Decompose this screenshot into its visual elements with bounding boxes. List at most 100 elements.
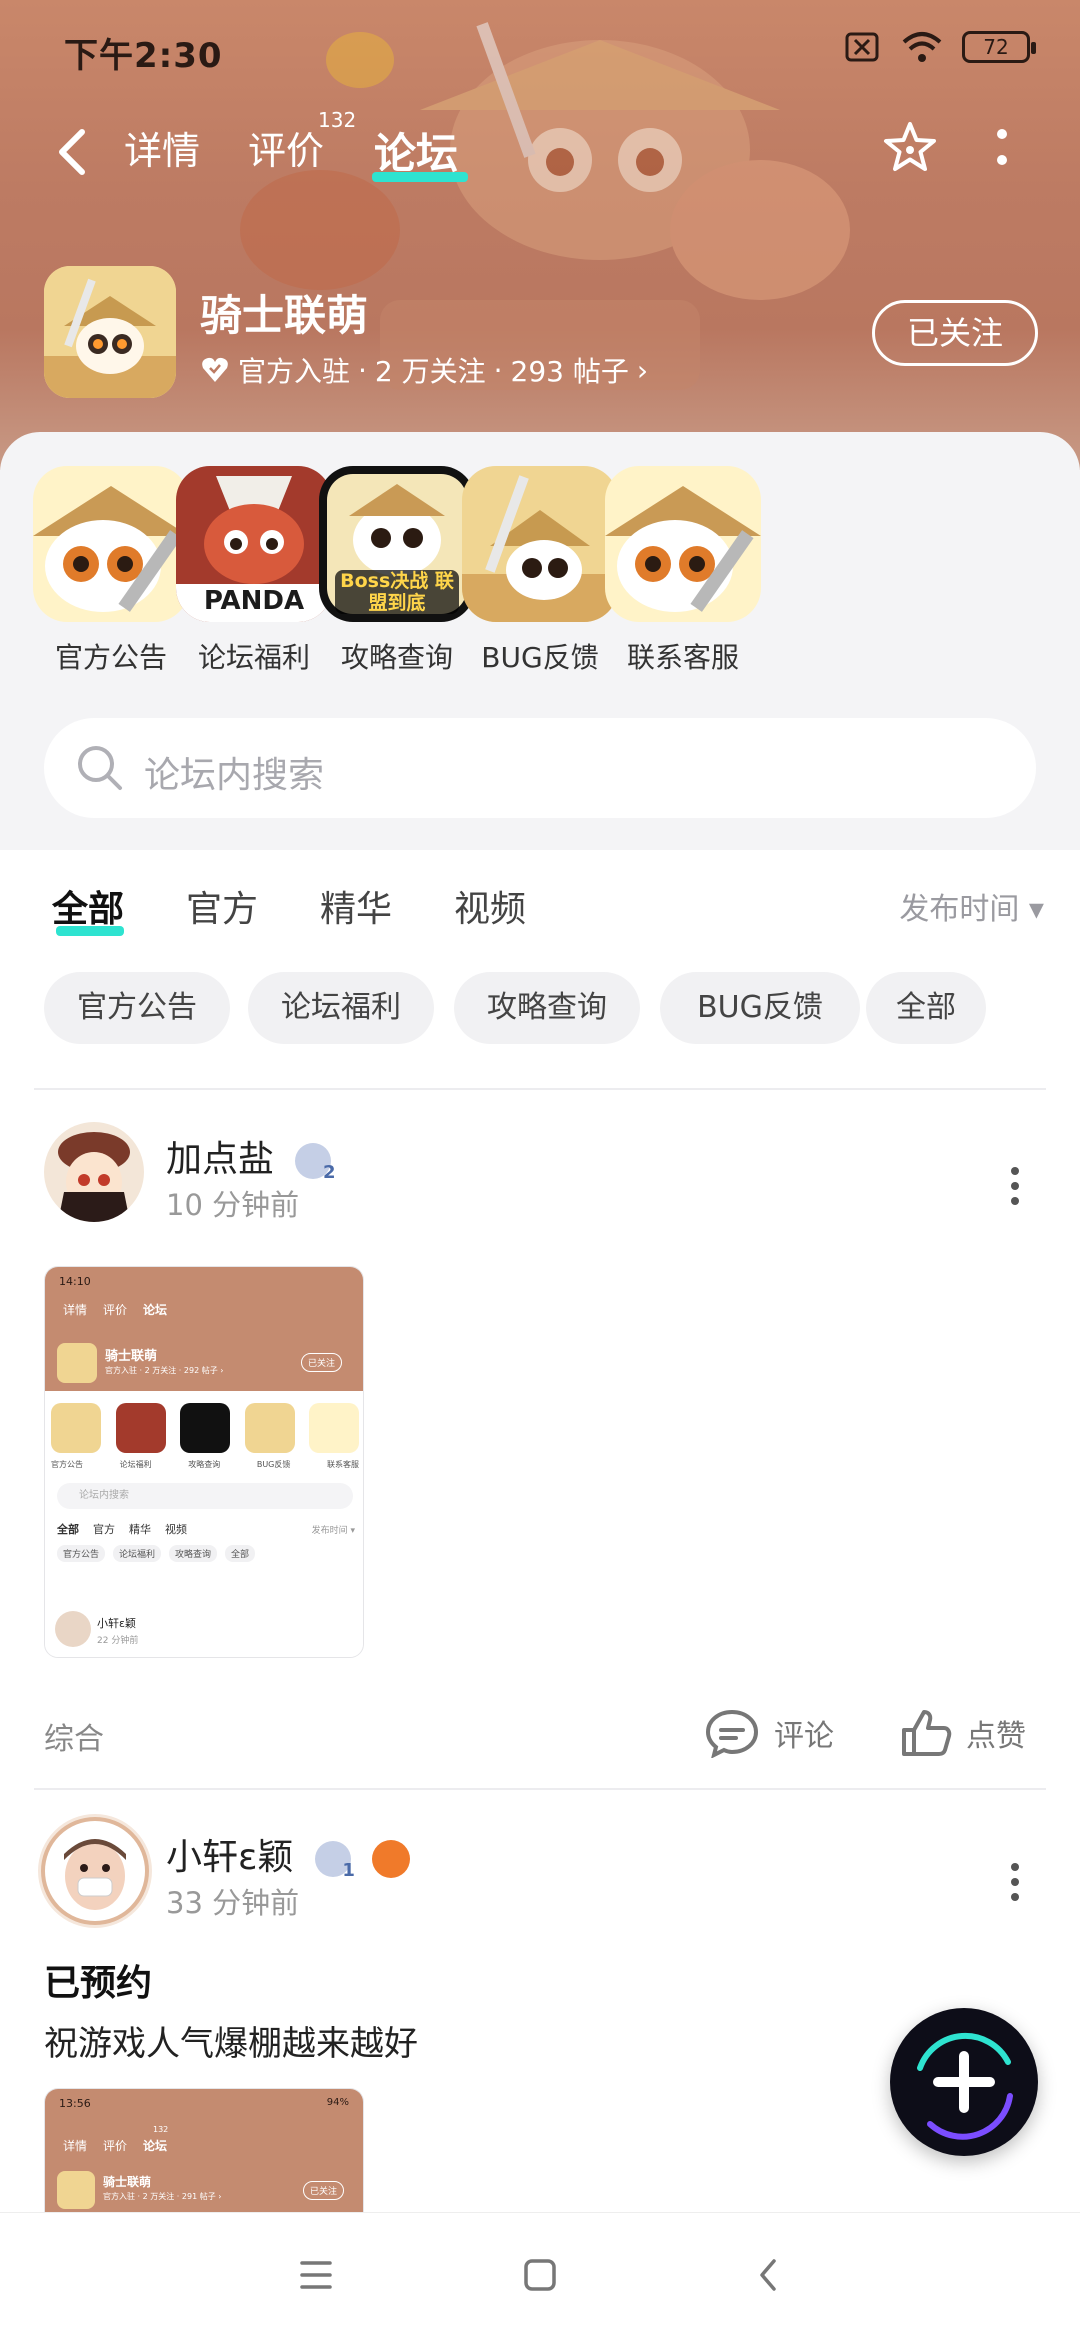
like-button[interactable]: 点赞 xyxy=(900,1708,1026,1758)
back-nav-icon[interactable] xyxy=(754,2257,782,2293)
status-icons: 72 xyxy=(844,30,1036,64)
comment-icon xyxy=(705,1709,759,1758)
chip-all[interactable]: 全部 xyxy=(866,972,986,1044)
post-title: 已预约 xyxy=(44,1963,153,2004)
tab-reviews[interactable]: 评价 xyxy=(248,120,324,175)
follow-button[interactable]: 已关注 xyxy=(872,300,1038,366)
thumb-chip: 论坛福利 xyxy=(113,1545,162,1562)
post-author[interactable]: 加点盐 2 xyxy=(166,1130,335,1183)
like-label: 点赞 xyxy=(966,1719,1026,1754)
thumb-quick-labels: 官方公告 论坛福利 攻略查询 BUG反馈 联系客服 xyxy=(51,1459,359,1470)
post-more-icon[interactable] xyxy=(1008,1862,1022,1902)
thumb-post-time: 22 分钟前 xyxy=(97,1636,139,1646)
official-label: 官方入驻 xyxy=(238,355,351,388)
thumb-chip: 官方公告 xyxy=(57,1545,106,1562)
chip-announcements[interactable]: 官方公告 xyxy=(44,972,230,1044)
thumb-follow: 已关注 xyxy=(301,1353,343,1372)
post-image[interactable]: 13:56 94% 详情 评价 论坛 132 骑士联萌 官方入驻 · 2 万关注… xyxy=(44,2088,364,2212)
favorite-star-button[interactable] xyxy=(880,118,940,178)
thumb-tab: 详情 xyxy=(63,1303,88,1317)
home-icon[interactable] xyxy=(522,2257,558,2293)
feed-tab-official[interactable]: 官方 xyxy=(186,880,258,932)
thumb-quick-label: 论坛福利 xyxy=(119,1460,152,1469)
status-bar: 下午2:30 72 xyxy=(0,0,1080,100)
post-body: 祝游戏人气爆棚越来越好 xyxy=(44,2024,418,2064)
thumb-chip: 攻略查询 xyxy=(169,1545,218,1562)
divider xyxy=(34,1088,1046,1090)
thumb-feed-tabs: 全部 官方 精华 视频 xyxy=(57,1521,187,1537)
feed-tab-all[interactable]: 全部 xyxy=(52,880,124,932)
post-author[interactable]: 小轩ɛ颖 1 xyxy=(166,1828,411,1881)
avatar[interactable] xyxy=(44,1122,144,1222)
thumb-forum-meta: 官方入驻 · 2 万关注 · 292 帖子 › xyxy=(105,1366,224,1375)
thumb-sort: 发布时间 ▾ xyxy=(311,1526,355,1536)
post-more-icon[interactable] xyxy=(1008,1166,1022,1206)
post-category: 综合 xyxy=(44,1722,104,1757)
thumb-search: 论坛内搜索 xyxy=(57,1483,353,1509)
thumb-tabs: 详情 评价 论坛 xyxy=(63,1301,167,1318)
thumb-status-time: 14:10 xyxy=(59,1275,91,1288)
thumb-feed-tab: 视频 xyxy=(165,1523,187,1536)
panda-knight-icon xyxy=(33,466,189,622)
chip-guides[interactable]: 攻略查询 xyxy=(454,972,640,1044)
feed-tabs: 全部 官方 精华 视频 发布时间 ▾ xyxy=(0,870,1080,950)
forum-search-bar[interactable]: 论坛内搜索 xyxy=(44,718,1036,818)
thumb-forum-name: 骑士联萌 xyxy=(105,1349,158,1364)
status-time: 下午2:30 xyxy=(64,36,223,76)
menu-icon[interactable] xyxy=(298,2259,334,2291)
thumb-quick-label: 攻略查询 xyxy=(188,1460,221,1469)
thumb-forum-meta: 官方入驻 · 2 万关注 · 291 帖子 › xyxy=(103,2192,222,2201)
search-input[interactable]: 论坛内搜索 xyxy=(144,746,324,798)
create-post-button[interactable] xyxy=(890,2008,1038,2156)
thumb-quick-label: 官方公告 xyxy=(51,1460,83,1469)
boss-caption: Boss决战 联盟到底 xyxy=(335,570,459,614)
top-nav: 详情 评价 132 论坛 xyxy=(0,108,1080,190)
panda-sword-icon xyxy=(462,466,618,622)
tab-forum[interactable]: 论坛 xyxy=(374,120,458,181)
thumb-avatar xyxy=(57,2171,95,2209)
post-image[interactable]: 14:10 详情 评价 论坛 骑士联萌 官方入驻 · 2 万关注 · 292 帖… xyxy=(44,1266,364,1658)
thumb-tab: 详情 xyxy=(63,2139,88,2153)
quick-link-customer-service[interactable]: 联系客服 xyxy=(598,466,768,676)
post-time: 10 分钟前 xyxy=(166,1188,300,1222)
feed-tab-video[interactable]: 视频 xyxy=(454,880,526,932)
thumb-tab: 论坛 xyxy=(143,1303,168,1317)
meta-separator: · xyxy=(358,353,367,387)
forum-avatar[interactable] xyxy=(44,266,176,398)
sort-dropdown[interactable]: 发布时间 ▾ xyxy=(899,884,1044,928)
quick-link-label: 联系客服 xyxy=(626,641,739,674)
chevron-right-icon: › xyxy=(636,353,649,387)
thumb-chip: 全部 xyxy=(225,1545,256,1562)
more-menu-button[interactable] xyxy=(990,126,1014,170)
verified-heart-icon xyxy=(202,357,228,382)
search-icon xyxy=(78,746,122,790)
system-navigation-bar xyxy=(0,2212,1080,2340)
level-number: 2 xyxy=(322,1162,336,1183)
panda-knight-icon xyxy=(605,466,761,622)
wifi-icon xyxy=(902,32,942,62)
chip-forum-welfare[interactable]: 论坛福利 xyxy=(248,972,434,1044)
thumb-tab: 评价 xyxy=(103,2139,128,2153)
thumb-post-avatar xyxy=(55,1611,91,1647)
author-name: 小轩ɛ颖 xyxy=(166,1837,294,1878)
thumb-quick-label: BUG反馈 xyxy=(256,1460,291,1469)
thumb-chips: 官方公告 论坛福利 攻略查询 全部 xyxy=(57,1545,256,1562)
posts-count[interactable]: 293 帖子 xyxy=(511,350,629,390)
avatar[interactable] xyxy=(38,1814,152,1928)
forum-name: 骑士联萌 xyxy=(200,291,369,340)
panda-caption: PANDA xyxy=(203,586,305,616)
reviews-count-badge: 132 xyxy=(318,108,357,132)
chip-bug-report[interactable]: BUG反馈 xyxy=(660,972,860,1044)
comment-button[interactable]: 评论 xyxy=(704,1708,834,1758)
thumb-tabs: 详情 评价 论坛 xyxy=(63,2137,167,2154)
back-button[interactable] xyxy=(48,124,98,180)
divider xyxy=(34,1788,1046,1790)
followers-count: 2 万关注 xyxy=(374,355,486,388)
tab-details[interactable]: 详情 xyxy=(124,120,200,175)
thumb-feed-tab: 精华 xyxy=(129,1523,151,1536)
plus-icon xyxy=(917,2032,1013,2140)
feed-tab-featured[interactable]: 精华 xyxy=(320,880,392,932)
meta-separator: · xyxy=(493,353,503,387)
thumb-feed-tab: 官方 xyxy=(93,1523,115,1536)
forum-meta: 官方入驻 · 2 万关注 · 293 帖子 › xyxy=(200,350,648,390)
